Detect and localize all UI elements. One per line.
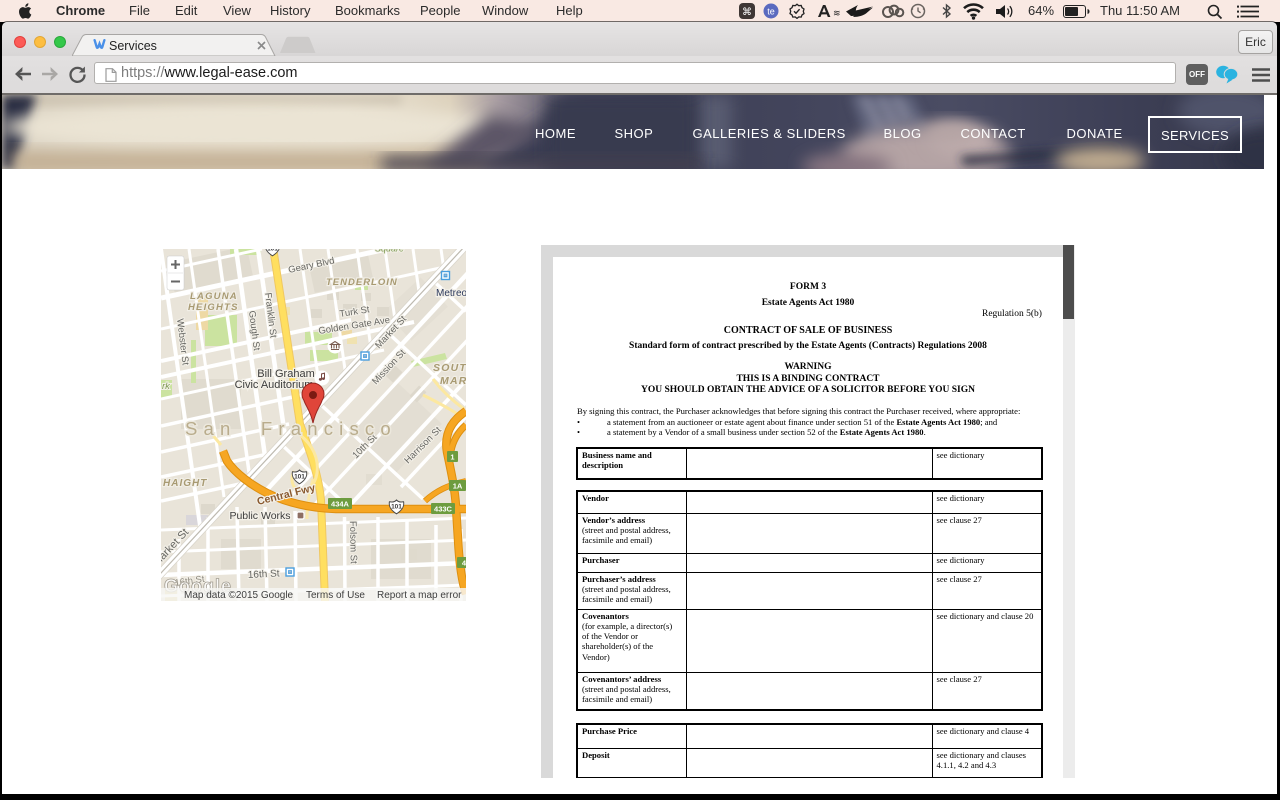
svg-text:te: te: [767, 7, 775, 17]
svg-text:434A: 434A: [331, 500, 350, 509]
svg-text:1A: 1A: [453, 482, 463, 491]
svg-text:4: 4: [462, 559, 466, 568]
svg-text:⌘: ⌘: [742, 7, 752, 18]
svg-text:SOUTH: SOUTH: [433, 362, 466, 374]
svg-text:433C: 433C: [434, 505, 453, 514]
svg-text:101: 101: [391, 504, 402, 511]
svg-text:Report a map error: Report a map error: [377, 590, 462, 601]
svg-text:TENDERLOIN: TENDERLOIN: [326, 277, 398, 288]
svg-text:MARKE: MARKE: [440, 375, 466, 387]
svg-text:Terms of Use: Terms of Use: [306, 590, 365, 601]
svg-text:Square: Square: [375, 249, 404, 254]
svg-text:HEIGHTS: HEIGHTS: [188, 302, 239, 313]
svg-text:Folsom St: Folsom St: [347, 521, 359, 564]
svg-text:≋: ≋: [833, 8, 841, 18]
svg-text:Metreon: Metreon: [436, 288, 466, 299]
svg-text:Map data ©2015 Google: Map data ©2015 Google: [184, 590, 294, 601]
svg-text:rk: rk: [162, 381, 171, 392]
svg-text:16th St: 16th St: [248, 568, 280, 581]
svg-text:Civic Auditorium: Civic Auditorium: [235, 379, 314, 391]
svg-text:101: 101: [294, 474, 305, 481]
svg-text:San Francisco: San Francisco: [185, 418, 397, 439]
svg-text:HAIGHT: HAIGHT: [163, 478, 207, 489]
svg-text:LAGUNA: LAGUNA: [190, 291, 238, 302]
svg-text:101: 101: [267, 249, 278, 253]
svg-text:1: 1: [450, 453, 454, 462]
svg-text:Public Works: Public Works: [229, 510, 290, 522]
